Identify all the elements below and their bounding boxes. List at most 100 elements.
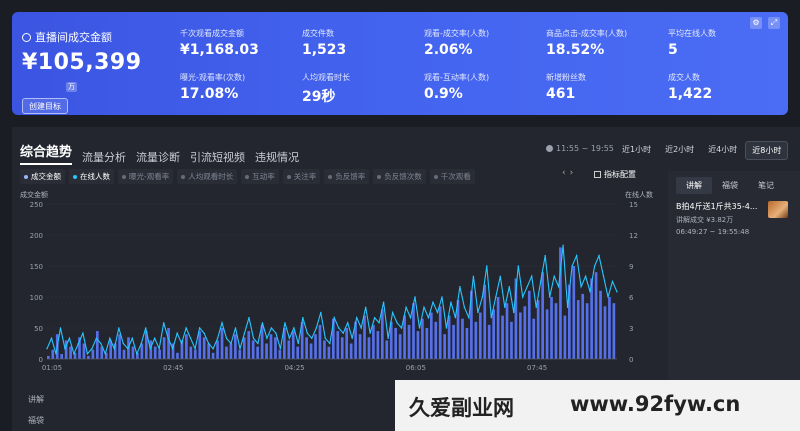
legend-dot-icon (328, 174, 333, 179)
legend-online[interactable]: 在线人数 (69, 169, 114, 184)
period-1h-button[interactable]: 近1小时 (616, 141, 657, 160)
legend-label: 在线人数 (80, 172, 110, 181)
gmv-bar (242, 337, 246, 359)
gmv-unit-badge: 万 (66, 82, 77, 92)
product-thumbnail[interactable] (768, 201, 788, 218)
period-4h-button[interactable]: 近4小时 (702, 141, 743, 160)
tab-short-videos[interactable]: 引流短视频 (190, 149, 245, 165)
metric-value: 2.06% (424, 42, 473, 58)
gmv-bar (131, 346, 135, 359)
time-range: 11:55 ~ 19:55 (546, 144, 614, 153)
online-point (342, 332, 344, 334)
metric-label: 曝光-观看率(次数) (180, 73, 246, 82)
clock-icon (546, 145, 553, 152)
gmv-bar (153, 346, 157, 359)
online-point (149, 347, 151, 350)
online-point (333, 316, 335, 319)
online-point (432, 301, 434, 303)
online-point (382, 301, 385, 303)
online-point (306, 332, 309, 334)
side-tab-notes[interactable]: 笔记 (748, 177, 784, 194)
period-2h-button[interactable]: 近2小时 (659, 141, 700, 160)
metric-value: 1,422 (668, 86, 713, 102)
metric-avg-online: 平均在线人数 5 (668, 28, 786, 58)
tab-overall-trend[interactable]: 综合趋势 (20, 141, 73, 165)
x-tick-label: 06:05 (406, 364, 426, 372)
online-point (414, 296, 416, 298)
gmv-bar (394, 328, 398, 359)
gmv-bar (358, 334, 362, 359)
gmv-bar (216, 340, 219, 359)
online-point (535, 306, 537, 309)
gmv-bar (527, 290, 531, 359)
online-point (293, 327, 295, 329)
legend-gmv[interactable]: 成交金额 (20, 169, 65, 184)
online-point (86, 353, 89, 355)
gmv-bar (429, 312, 433, 359)
row-label-explain: 讲解 (28, 395, 44, 404)
online-point (396, 322, 398, 324)
online-point (589, 291, 591, 293)
online-point (575, 254, 578, 257)
online-point (481, 296, 484, 298)
gmv-bar (407, 324, 411, 359)
online-point (320, 311, 322, 314)
metric-label: 观看-成交率(人数) (424, 29, 490, 38)
x-tick-label: 02:45 (163, 364, 183, 372)
gmv-bar (523, 306, 527, 359)
side-tab-lucky-bag[interactable]: 福袋 (712, 177, 748, 194)
legend-dot-icon (73, 174, 77, 179)
chevron-right-icon[interactable]: › (570, 168, 574, 178)
metric-new-followers: 新增粉丝数 461 (546, 72, 664, 102)
chevron-left-icon[interactable]: ‹ (562, 168, 566, 178)
gmv-bar (309, 343, 313, 359)
legend-label: 成交金额 (31, 172, 61, 181)
gmv-bar (576, 300, 580, 359)
legend-interaction[interactable]: 互动率 (241, 169, 279, 184)
legend-neg-rate[interactable]: 负反馈率 (324, 169, 370, 184)
online-point (324, 337, 326, 340)
online-point (189, 337, 192, 340)
legend-per-thousand[interactable]: 千次观看 (429, 169, 475, 184)
online-point (616, 291, 618, 293)
gmv-bar (211, 352, 215, 359)
online-point (104, 353, 107, 355)
metric-label: 人均观看时长 (302, 73, 350, 82)
online-point (131, 337, 133, 340)
x-tick-label: 01:05 (42, 364, 62, 372)
tab-traffic-analysis[interactable]: 流量分析 (82, 149, 126, 165)
row-label-lucky-bag: 福袋 (28, 416, 44, 425)
online-point (611, 280, 614, 283)
online-point (347, 322, 349, 324)
period-8h-button[interactable]: 近8小时 (745, 141, 789, 160)
y-right-tick-label: 15 (629, 201, 638, 209)
tab-traffic-diagnosis[interactable]: 流量诊断 (136, 149, 180, 165)
legend-exposure[interactable]: 曝光-观看率 (118, 169, 174, 184)
tab-violations[interactable]: 违规情况 (255, 149, 299, 165)
online-point (171, 347, 174, 350)
legend-follow[interactable]: 关注率 (282, 169, 321, 184)
gmv-bar (363, 315, 366, 359)
watermark: 久爱副业网 www.92fyw.cn (395, 380, 800, 431)
metric-config-button[interactable]: 指标配置 (594, 169, 636, 180)
online-point (221, 322, 223, 324)
x-tick-label: 04:25 (284, 364, 304, 372)
side-tab-explain[interactable]: 讲解 (676, 177, 712, 194)
gmv-bar (314, 334, 317, 359)
legend-neg-count[interactable]: 负反馈次数 (373, 169, 426, 184)
online-point (355, 316, 358, 319)
gmv-bar (425, 328, 429, 359)
gmv-bar (594, 272, 598, 359)
online-point (378, 322, 380, 324)
legend-dot-icon (245, 174, 250, 179)
online-point (297, 342, 300, 345)
online-point (584, 275, 587, 278)
config-label: 指标配置 (604, 170, 636, 179)
gmv-bar (496, 297, 500, 359)
create-target-button[interactable]: 创建目标 (22, 98, 68, 114)
legend-label: 关注率 (293, 172, 317, 181)
legend-watch-time[interactable]: 人均观看时长 (177, 169, 238, 184)
metric-value: 18.52% (546, 42, 605, 58)
live-stats-card: ⚙ ⤢ 直播间成交金额 ¥105,399 万 创建目标 千次观看成交金额 ¥1,… (12, 12, 788, 115)
online-point (207, 342, 210, 345)
